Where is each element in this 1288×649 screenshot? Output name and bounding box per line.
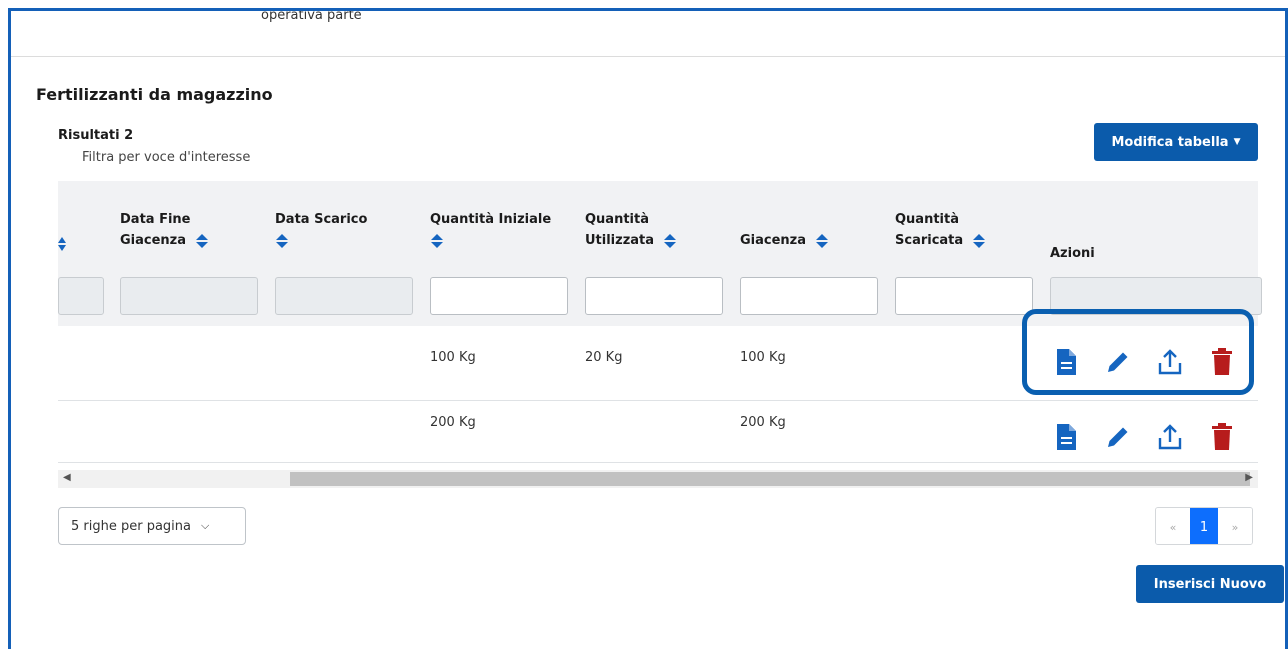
edit-button[interactable] [1100, 419, 1136, 455]
cell-giacenza: 200 Kg [740, 415, 786, 430]
filter-input-data-fine-giacenza [120, 277, 258, 315]
sort-icon[interactable] [275, 233, 289, 249]
delete-button[interactable] [1204, 419, 1240, 455]
chevron-down-icon: ⌵ [201, 519, 210, 532]
column-header-data-fine-giacenza[interactable]: Data Fine Giacenza [120, 209, 209, 251]
column-header-azioni: Azioni [1050, 246, 1095, 261]
filter-input-partial [58, 277, 104, 315]
inserisci-nuovo-button[interactable]: Inserisci Nuovo [1136, 565, 1284, 603]
sort-icon[interactable] [58, 236, 66, 252]
scroll-right-arrow[interactable]: ▶ [1245, 472, 1253, 483]
cell-quantita-utilizzata: 20 Kg [585, 350, 623, 365]
sort-icon[interactable] [972, 233, 986, 249]
file-icon [1057, 424, 1076, 450]
scroll-thumb[interactable] [290, 472, 1250, 486]
row-divider [58, 462, 1258, 463]
column-header-quantita-iniziale[interactable]: Quantità Iniziale [430, 209, 551, 251]
column-header-quantita-utilizzata[interactable]: Quantità Utilizzata [585, 209, 677, 251]
column-header-giacenza[interactable]: Giacenza [740, 230, 829, 251]
filter-hint: Filtra per voce d'interesse [82, 150, 251, 165]
column-header-data-scarico[interactable]: Data Scarico [275, 209, 367, 251]
upload-button[interactable] [1152, 419, 1188, 455]
cell-giacenza: 100 Kg [740, 350, 786, 365]
caret-down-icon: ▼ [1233, 137, 1241, 147]
cell-quantita-iniziale: 100 Kg [430, 350, 476, 365]
view-document-button[interactable] [1048, 419, 1084, 455]
horizontal-scrollbar[interactable]: ◀ ▶ [58, 470, 1258, 488]
filter-input-quantita-scaricata[interactable] [895, 277, 1033, 315]
trash-icon [1212, 423, 1232, 450]
upload-icon [1158, 424, 1182, 450]
actions-highlight [1022, 309, 1254, 395]
sort-icon[interactable] [430, 233, 444, 249]
prev-page-button[interactable]: « [1156, 508, 1190, 544]
page-1-button[interactable]: 1 [1190, 508, 1218, 544]
rows-per-page-select[interactable]: 5 righe per pagina ⌵ [58, 507, 246, 545]
cell-quantita-iniziale: 200 Kg [430, 415, 476, 430]
page-frame: operativa parte Fertilizzanti da magazzi… [8, 8, 1288, 649]
row-actions [1048, 419, 1256, 455]
sort-icon[interactable] [663, 233, 677, 249]
sort-icon[interactable] [195, 233, 209, 249]
column-header-quantita-scaricata[interactable]: Quantità Scaricata [895, 209, 986, 251]
row-divider [58, 400, 1258, 401]
filter-input-data-scarico [275, 277, 413, 315]
results-count: Risultati 2 [58, 128, 134, 143]
filter-input-giacenza[interactable] [740, 277, 878, 315]
pencil-icon [1108, 427, 1128, 447]
modifica-tabella-label: Modifica tabella [1111, 134, 1229, 150]
top-caption: operativa parte [261, 8, 362, 23]
sort-icon[interactable] [815, 233, 829, 249]
top-divider [11, 56, 1285, 57]
filter-input-quantita-utilizzata[interactable] [585, 277, 723, 315]
pagination: « 1 » [1155, 507, 1253, 545]
modifica-tabella-button[interactable]: Modifica tabella ▼ [1094, 123, 1258, 161]
next-page-button[interactable]: » [1218, 508, 1252, 544]
section-title: Fertilizzanti da magazzino [36, 85, 273, 104]
filter-input-quantita-iniziale[interactable] [430, 277, 568, 315]
scroll-left-arrow[interactable]: ◀ [63, 472, 71, 483]
